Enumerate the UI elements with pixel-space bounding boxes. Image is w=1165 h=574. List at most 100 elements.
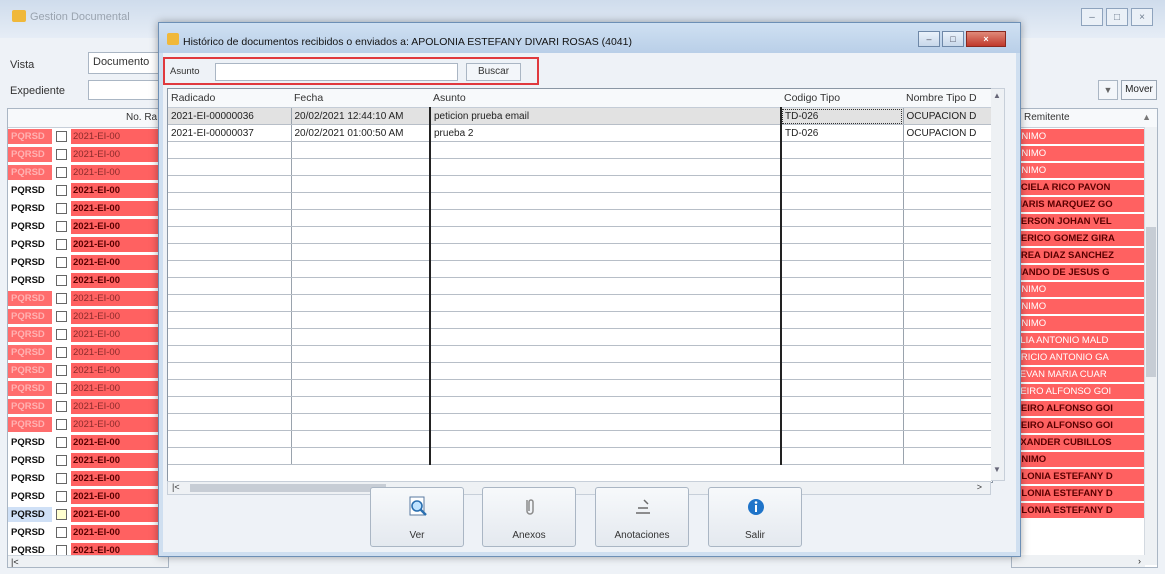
table-row[interactable]: 2021-EI-00000036 20/02/2021 12:44:10 AM pe… bbox=[168, 107, 992, 125]
row-checkbox[interactable] bbox=[56, 167, 67, 178]
row-checkbox[interactable] bbox=[56, 275, 67, 286]
list-item[interactable]: PQRSD 2021-EI-00 bbox=[8, 164, 168, 182]
scroll-thumb[interactable] bbox=[190, 484, 386, 492]
table-row[interactable] bbox=[168, 345, 992, 363]
list-item[interactable]: OLONIA ESTEFANY D bbox=[1012, 485, 1157, 502]
table-row[interactable] bbox=[168, 158, 992, 176]
scroll-thumb[interactable] bbox=[1146, 227, 1156, 377]
list-item[interactable]: PQRSD 2021-EI-00 bbox=[8, 200, 168, 218]
scroll-down-icon[interactable]: ▼ bbox=[993, 465, 1001, 474]
list-item[interactable]: ONIMO bbox=[1012, 145, 1157, 162]
row-checkbox[interactable] bbox=[56, 419, 67, 430]
table-row[interactable] bbox=[168, 226, 992, 244]
close-button[interactable]: × bbox=[1131, 8, 1153, 26]
dialog-maximize-button[interactable]: □ bbox=[942, 31, 964, 47]
list-item[interactable]: PQRSD 2021-EI-00 bbox=[8, 434, 168, 452]
list-item[interactable]: BEIRO ALFONSO GOI bbox=[1012, 383, 1157, 400]
table-row[interactable] bbox=[168, 209, 992, 227]
column-header-remitente[interactable]: Remitente bbox=[1024, 112, 1070, 123]
scroll-left-icon[interactable]: |< bbox=[172, 482, 180, 492]
vertical-scrollbar[interactable]: ▲ ▼ bbox=[991, 88, 1005, 481]
list-item[interactable]: PQRSD 2021-EI-00 bbox=[8, 290, 168, 308]
row-checkbox[interactable] bbox=[56, 347, 67, 358]
row-checkbox[interactable] bbox=[56, 401, 67, 412]
row-checkbox[interactable] bbox=[56, 149, 67, 160]
list-item[interactable]: PQRSD 2021-EI-00 bbox=[8, 344, 168, 362]
ver-button[interactable]: Ver bbox=[370, 487, 464, 547]
list-item[interactable]: ONIMO bbox=[1012, 281, 1157, 298]
table-row[interactable] bbox=[168, 311, 992, 329]
chevron-down-icon[interactable]: ▼ bbox=[1098, 80, 1118, 100]
list-item[interactable]: URICIO ANTONIO GA bbox=[1012, 349, 1157, 366]
horizontal-scrollbar[interactable]: |< bbox=[8, 555, 168, 567]
mover-button[interactable]: Mover bbox=[1121, 80, 1157, 100]
row-checkbox[interactable] bbox=[56, 509, 67, 520]
list-item[interactable]: PQRSD 2021-EI-00 bbox=[8, 362, 168, 380]
search-input[interactable] bbox=[215, 63, 458, 81]
list-item[interactable]: PQRSD 2021-EI-00 bbox=[8, 182, 168, 200]
table-row[interactable] bbox=[168, 260, 992, 278]
list-item[interactable]: PQRSD 2021-EI-00 bbox=[8, 218, 168, 236]
scroll-right-icon[interactable]: > bbox=[977, 482, 982, 492]
list-item[interactable]: ONIMO bbox=[1012, 315, 1157, 332]
table-row[interactable] bbox=[168, 379, 992, 397]
list-item[interactable]: PQRSD 2021-EI-00 bbox=[8, 254, 168, 272]
dialog-close-button[interactable]: × bbox=[966, 31, 1006, 47]
horizontal-scrollbar[interactable]: › bbox=[1012, 555, 1145, 567]
list-item[interactable]: EXANDER CUBILLOS bbox=[1012, 434, 1157, 451]
row-checkbox[interactable] bbox=[56, 185, 67, 196]
row-checkbox[interactable] bbox=[56, 311, 67, 322]
column-header-codigo-tipo[interactable]: Codigo Tipo bbox=[781, 89, 903, 108]
scroll-up-icon[interactable]: ▲ bbox=[993, 91, 1001, 100]
column-header-asunto[interactable]: Asunto bbox=[430, 89, 781, 108]
list-item[interactable]: ONIMO bbox=[1012, 298, 1157, 315]
list-item[interactable]: ONIMO bbox=[1012, 128, 1157, 145]
list-item[interactable]: TEVAN MARIA CUAR bbox=[1012, 366, 1157, 383]
search-button[interactable]: Buscar bbox=[466, 63, 521, 81]
maximize-button[interactable]: □ bbox=[1106, 8, 1128, 26]
table-row[interactable] bbox=[168, 243, 992, 261]
list-item[interactable]: BEIRO ALFONSO GOI bbox=[1012, 417, 1157, 434]
row-checkbox[interactable] bbox=[56, 527, 67, 538]
list-item[interactable]: MARIS MARQUEZ GO bbox=[1012, 196, 1157, 213]
list-item[interactable]: PQRSD 2021-EI-00 bbox=[8, 128, 168, 146]
dialog-titlebar[interactable]: Histórico de documentos recibidos o envi… bbox=[159, 23, 1020, 53]
row-checkbox[interactable] bbox=[56, 329, 67, 340]
list-item[interactable]: PQRSD 2021-EI-00 bbox=[8, 506, 168, 524]
list-item[interactable]: PQRSD 2021-EI-00 bbox=[8, 398, 168, 416]
table-row[interactable] bbox=[168, 277, 992, 295]
table-row[interactable] bbox=[168, 447, 992, 465]
list-item[interactable]: PQRSD 2021-EI-00 bbox=[8, 524, 168, 542]
list-item[interactable]: DERICO GOMEZ GIRA bbox=[1012, 230, 1157, 247]
column-header-nombre-tipo[interactable]: Nombre Tipo D bbox=[903, 89, 992, 108]
list-item[interactable]: PQRSD 2021-EI-00 bbox=[8, 452, 168, 470]
list-item[interactable]: MANDO DE JESUS G bbox=[1012, 264, 1157, 281]
table-row[interactable]: 2021-EI-00000037 20/02/2021 01:00:50 AM pr… bbox=[168, 124, 992, 142]
table-row[interactable] bbox=[168, 175, 992, 193]
row-checkbox[interactable] bbox=[56, 221, 67, 232]
list-item[interactable]: PQRSD 2021-EI-00 bbox=[8, 272, 168, 290]
list-item[interactable]: PQRSD 2021-EI-00 bbox=[8, 488, 168, 506]
row-checkbox[interactable] bbox=[56, 383, 67, 394]
list-item[interactable]: ACIELA RICO PAVON bbox=[1012, 179, 1157, 196]
row-checkbox[interactable] bbox=[56, 239, 67, 250]
minimize-button[interactable]: – bbox=[1081, 8, 1103, 26]
table-row[interactable] bbox=[168, 396, 992, 414]
horizontal-scrollbar[interactable]: |< > bbox=[167, 481, 991, 495]
list-item[interactable]: PQRSD 2021-EI-00 bbox=[8, 416, 168, 434]
list-item[interactable]: PQRSD 2021-EI-00 bbox=[8, 326, 168, 344]
anotaciones-button[interactable]: Anotaciones bbox=[595, 487, 689, 547]
table-row[interactable] bbox=[168, 413, 992, 431]
list-item[interactable]: DERSON JOHAN VEL bbox=[1012, 213, 1157, 230]
row-checkbox[interactable] bbox=[56, 455, 67, 466]
row-checkbox[interactable] bbox=[56, 203, 67, 214]
list-item[interactable]: PQRSD 2021-EI-00 bbox=[8, 146, 168, 164]
row-checkbox[interactable] bbox=[56, 365, 67, 376]
row-checkbox[interactable] bbox=[56, 257, 67, 268]
list-item[interactable]: ELIA ANTONIO MALD bbox=[1012, 332, 1157, 349]
list-item[interactable]: PQRSD 2021-EI-00 bbox=[8, 470, 168, 488]
column-header-radicado[interactable]: Radicado bbox=[168, 89, 291, 108]
list-item[interactable]: BEIRO ALFONSO GOI bbox=[1012, 400, 1157, 417]
row-checkbox[interactable] bbox=[56, 437, 67, 448]
list-item[interactable]: OLONIA ESTEFANY D bbox=[1012, 502, 1157, 519]
